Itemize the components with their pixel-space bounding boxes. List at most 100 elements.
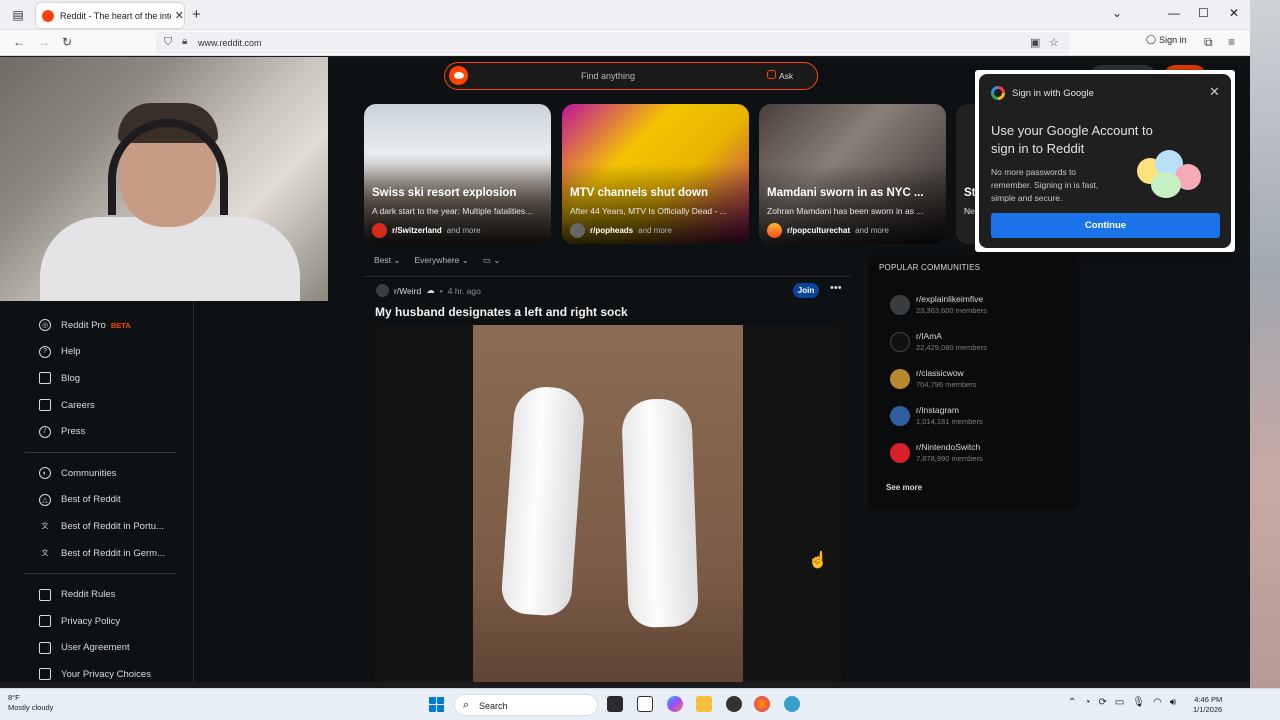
post-image[interactable] <box>473 325 743 682</box>
join-button[interactable]: Join <box>793 283 819 298</box>
google-logo-icon <box>991 86 1005 100</box>
community-item[interactable]: r/explainlikeimfive 23,363,600 members <box>890 294 987 315</box>
community-avatar <box>890 331 910 352</box>
sidebar-item-help[interactable]: ? Help <box>13 339 193 366</box>
tab-reddit[interactable]: Reddit - The heart of the internet ✕ <box>36 3 184 28</box>
ask-button[interactable]: Ask <box>779 71 793 81</box>
reader-view-icon[interactable]: ▣ <box>1030 36 1040 49</box>
tab-list-icon[interactable]: ▤ <box>8 6 28 24</box>
tab-bar: ▤ Reddit - The heart of the internet ✕ +… <box>0 0 1250 30</box>
file-explorer-icon[interactable] <box>696 696 712 712</box>
copilot-icon[interactable] <box>667 696 683 712</box>
community-item[interactable]: r/classicwow 704,796 members <box>890 368 976 389</box>
search-bar[interactable]: Find anything Ask <box>444 62 818 90</box>
post-media[interactable] <box>375 325 841 682</box>
back-icon[interactable]: ← <box>13 35 25 49</box>
post-more-icon[interactable]: ••• <box>830 282 842 294</box>
community-item[interactable]: r/NintendoSwitch 7,878,990 members <box>890 442 983 463</box>
reddit-favicon-icon <box>42 9 54 22</box>
tray-overflow-icon[interactable]: ⌃ <box>1068 697 1076 708</box>
wifi-icon[interactable]: ◠ <box>1153 697 1162 708</box>
account-icon: ◯ <box>1146 34 1157 44</box>
signin-label: Sign in <box>1159 34 1187 45</box>
tray-display-icon[interactable]: ▭ <box>1115 697 1124 708</box>
sidebar-item-best-of-reddit-german[interactable]: 文 Best of Reddit in Germ... <box>13 540 193 567</box>
forward-icon[interactable]: → <box>38 35 50 49</box>
sidebar-item-reddit-pro[interactable]: ◎ Reddit Pro BETA <box>13 312 193 339</box>
community-item[interactable]: r/Instagram 1,014,181 members <box>890 405 983 426</box>
app-icon[interactable] <box>784 696 800 712</box>
sidebar-item-privacy-policy[interactable]: Privacy Policy <box>13 608 193 635</box>
ask-icon[interactable] <box>767 70 776 79</box>
volume-icon[interactable]: 🔊︎ <box>1170 697 1176 708</box>
popup-close-icon[interactable]: ✕ <box>1209 84 1220 100</box>
sort-dropdown[interactable]: Best ⌄ <box>374 255 401 266</box>
shield-icon[interactable]: ⛉ <box>164 36 172 49</box>
community-avatar[interactable] <box>376 284 389 297</box>
sidebar-item-label: Press <box>61 426 86 438</box>
tray-sync-icon[interactable]: ⟳ <box>1098 697 1106 708</box>
account-signin-button[interactable]: ◯ Sign in <box>1146 34 1187 45</box>
reload-icon[interactable]: ↻ <box>62 35 72 49</box>
sidebar-item-reddit-rules[interactable]: Reddit Rules <box>13 581 193 608</box>
community-members: 7,878,990 members <box>916 454 983 463</box>
sidebar-item-label: Reddit Rules <box>61 589 116 601</box>
community-avatar <box>890 442 910 463</box>
new-tab-icon[interactable]: + <box>192 6 201 23</box>
window-close-icon[interactable]: ✕ <box>1229 6 1239 20</box>
translate-icon: 文 <box>41 523 49 531</box>
trending-more: and more <box>855 226 889 235</box>
community-members: 23,363,600 members <box>916 306 987 315</box>
trending-headline: Mamdani sworn in as NYC ... <box>767 187 924 199</box>
taskbar-search[interactable]: ⌕ Search <box>454 694 598 716</box>
menu-icon[interactable]: ≡ <box>1228 35 1235 49</box>
trending-card[interactable]: Swiss ski resort explosion A dark start … <box>364 104 551 244</box>
scope-dropdown[interactable]: Everywhere ⌄ <box>415 255 469 266</box>
community-name: r/classicwow <box>916 368 964 378</box>
sidebar-item-label: Best of Reddit in Portu... <box>61 520 164 532</box>
sidebar-item-privacy-choices[interactable]: Your Privacy Choices <box>13 661 193 682</box>
url-bar[interactable]: ⛉ 🔒︎ www.reddit.com ▣ ☆ <box>156 32 1070 54</box>
bookmark-star-icon[interactable]: ☆ <box>1049 36 1059 49</box>
post-community[interactable]: r/Weird <box>394 286 421 296</box>
continue-button[interactable]: Continue <box>991 213 1220 238</box>
community-item[interactable]: r/IAmA 22,429,080 members <box>890 331 987 352</box>
trending-card[interactable]: MTV channels shut down After 44 Years, M… <box>562 104 749 244</box>
url-text[interactable]: www.reddit.com <box>198 38 262 48</box>
view-dropdown[interactable]: ▭ ⌄ <box>483 255 501 266</box>
sidebar-item-label: Reddit Pro <box>61 319 106 331</box>
microphone-icon[interactable]: 🎙︎ <box>1132 697 1145 708</box>
right-sock-image <box>621 397 699 629</box>
maximize-icon[interactable]: ☐ <box>1198 6 1209 20</box>
task-view-icon[interactable] <box>607 696 623 712</box>
tab-overflow-icon[interactable]: ⌄ <box>1112 6 1122 20</box>
post-title[interactable]: My husband designates a left and right s… <box>375 305 628 319</box>
minimize-icon[interactable]: — <box>1168 6 1180 20</box>
sidebar-item-careers[interactable]: Careers <box>13 392 193 419</box>
trending-headline: Swiss ski resort explosion <box>372 187 517 199</box>
start-icon[interactable] <box>429 697 444 712</box>
see-more-link[interactable]: See more <box>886 483 922 492</box>
tray-app-icon[interactable]: ◔ <box>1084 697 1090 708</box>
trending-card[interactable]: Mamdani sworn in as NYC ... Zohran Mamda… <box>759 104 946 244</box>
sidebar-item-press[interactable]: / Press <box>13 418 193 445</box>
extensions-icon[interactable]: ⧉ <box>1204 35 1213 50</box>
sidebar-item-blog[interactable]: Blog <box>13 365 193 392</box>
firefox-icon[interactable] <box>754 696 770 712</box>
sidebar-item-best-of-reddit[interactable]: △ Best of Reddit <box>13 487 193 514</box>
sidebar-item-best-of-reddit-portuguese[interactable]: 文 Best of Reddit in Portu... <box>13 513 193 540</box>
lock-icon[interactable]: 🔒︎ <box>182 36 187 47</box>
tab-close-icon[interactable]: ✕ <box>175 9 184 22</box>
trending-subtitle: After 44 Years, MTV Is Officially Dead -… <box>570 206 727 216</box>
popular-heading: POPULAR COMMUNITIES <box>879 263 981 272</box>
notepad-icon[interactable] <box>637 696 653 712</box>
reddit-logo-icon[interactable] <box>449 66 468 85</box>
community-avatar <box>890 405 910 426</box>
search-icon: ⌕ <box>463 699 470 711</box>
weather-widget[interactable]: 8°F Mostly cloudy <box>8 693 53 713</box>
obs-icon[interactable] <box>726 696 742 712</box>
sidebar-item-user-agreement[interactable]: User Agreement <box>13 635 193 662</box>
clock[interactable]: 4:46 PM 1/1/2026 <box>1193 695 1222 715</box>
search-placeholder[interactable]: Find anything <box>581 71 635 81</box>
sidebar-item-communities[interactable]: ◐ Communities <box>13 460 193 487</box>
